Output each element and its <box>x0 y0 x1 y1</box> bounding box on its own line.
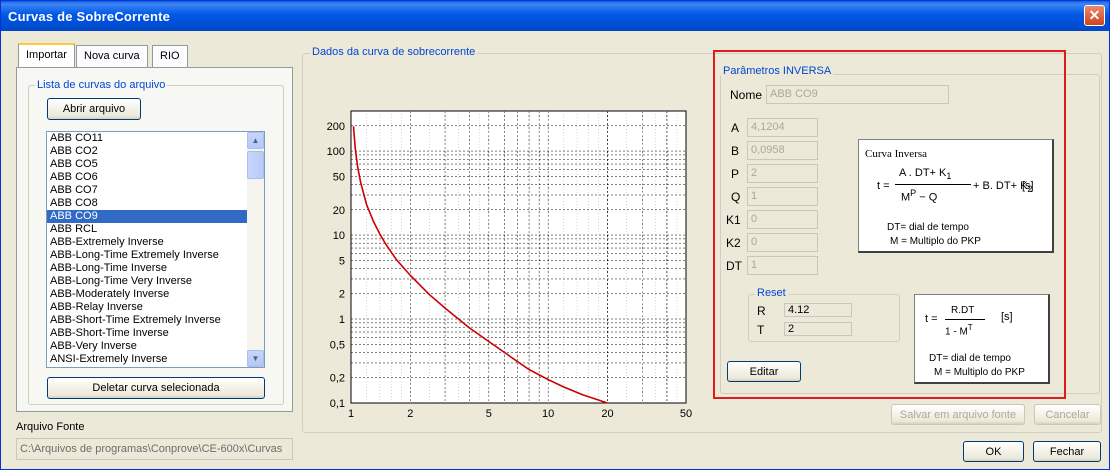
open-file-button[interactable]: Abrir arquivo <box>47 98 141 120</box>
title-bar[interactable]: Curvas de SobreCorrente ✕ <box>1 1 1109 31</box>
y-tick-label: 10 <box>333 230 345 242</box>
list-scrollbar[interactable]: ▲ ▼ <box>247 132 264 367</box>
close-icon: ✕ <box>1088 7 1101 23</box>
chevron-down-icon: ▼ <box>251 354 260 363</box>
x-tick-label: 5 <box>486 408 492 420</box>
list-item[interactable]: ABB CO8 <box>47 197 247 210</box>
x-tick-label: 2 <box>407 408 413 420</box>
list-item[interactable]: ABB CO7 <box>47 184 247 197</box>
x-tick-label: 10 <box>542 408 554 420</box>
y-tick-label: 20 <box>333 205 345 217</box>
y-tick-label: 1 <box>339 314 345 326</box>
y-tick-label: 0,2 <box>330 373 345 385</box>
y-tick-label: 200 <box>327 121 345 133</box>
list-item[interactable]: ABB RCL <box>47 223 247 236</box>
list-item[interactable]: ABB CO5 <box>47 158 247 171</box>
tab-importar[interactable]: Importar <box>18 43 75 68</box>
cancel-button[interactable]: Cancelar <box>1034 404 1101 425</box>
save-source-button[interactable]: Salvar em arquivo fonte <box>891 404 1025 425</box>
chart-group-label: Dados da curva de sobrecorrente <box>310 46 478 58</box>
close-button[interactable]: Fechar <box>1033 441 1101 462</box>
tab-rio[interactable]: RIO <box>152 45 188 67</box>
delete-curve-button[interactable]: Deletar curva selecionada <box>47 377 265 399</box>
dialog-window: Curvas de SobreCorrente ✕ Importar Nova … <box>0 0 1110 470</box>
list-item[interactable]: ABB-Long-Time Very Inverse <box>47 275 247 288</box>
x-tick-label: 50 <box>680 408 692 420</box>
list-item[interactable]: ABB-Very Inverse <box>47 340 247 353</box>
curve-list-items: ABB CO11 ABB CO2 ABB CO5 ABB CO6 ABB CO7 ABB … <box>47 132 264 366</box>
y-tick-label: 100 <box>327 146 345 158</box>
list-item[interactable]: ABB-Long-Time Inverse <box>47 262 247 275</box>
list-item[interactable]: ANSI-Extremely Inverse <box>47 353 247 366</box>
scroll-up-button[interactable]: ▲ <box>247 132 264 149</box>
list-item[interactable]: ABB-Short-Time Inverse <box>47 327 247 340</box>
curve-list-group-label: Lista de curvas do arquivo <box>35 79 168 91</box>
source-file-path-field: C:\Arquivos de programas\Conprove\CE-600… <box>16 438 293 460</box>
highlight-frame <box>713 50 1066 399</box>
y-tick-label: 0,1 <box>330 398 345 410</box>
y-tick-label: 2 <box>339 289 345 301</box>
list-item[interactable]: ABB-Moderately Inverse <box>47 288 247 301</box>
list-item[interactable]: ABB-Short-Time Extremely Inverse <box>47 314 247 327</box>
y-tick-label: 50 <box>333 171 345 183</box>
curve-listbox[interactable]: ABB CO11 ABB CO2 ABB CO5 ABB CO6 ABB CO7 ABB … <box>46 131 265 368</box>
list-item[interactable]: ABB CO2 <box>47 145 247 158</box>
scroll-thumb[interactable] <box>247 151 264 179</box>
list-item[interactable]: ABB-Extremely Inverse <box>47 236 247 249</box>
overcurrent-chart: 1 2 5 10 20 50 0,1 0,2 0,5 1 2 5 10 20 50 100 200 <box>327 110 692 420</box>
x-tick-label: 1 <box>348 408 354 420</box>
list-item[interactable]: ABB CO11 <box>47 132 247 145</box>
list-item[interactable]: ABB CO6 <box>47 171 247 184</box>
tab-nova-curva[interactable]: Nova curva <box>76 45 148 67</box>
y-tick-label: 0,5 <box>330 339 345 351</box>
list-item[interactable]: ABB-Relay Inverse <box>47 301 247 314</box>
x-tick-label: 20 <box>601 408 613 420</box>
scroll-down-button[interactable]: ▼ <box>247 350 264 367</box>
close-window-button[interactable]: ✕ <box>1084 5 1105 26</box>
source-file-label: Arquivo Fonte <box>16 421 85 433</box>
y-tick-label: 5 <box>339 255 345 267</box>
chevron-up-icon: ▲ <box>251 136 260 145</box>
list-item[interactable]: ABB CO9 <box>47 210 247 223</box>
window-title: Curvas de SobreCorrente <box>8 9 171 24</box>
list-item[interactable]: ABB-Long-Time Extremely Inverse <box>47 249 247 262</box>
ok-button[interactable]: OK <box>963 441 1024 462</box>
